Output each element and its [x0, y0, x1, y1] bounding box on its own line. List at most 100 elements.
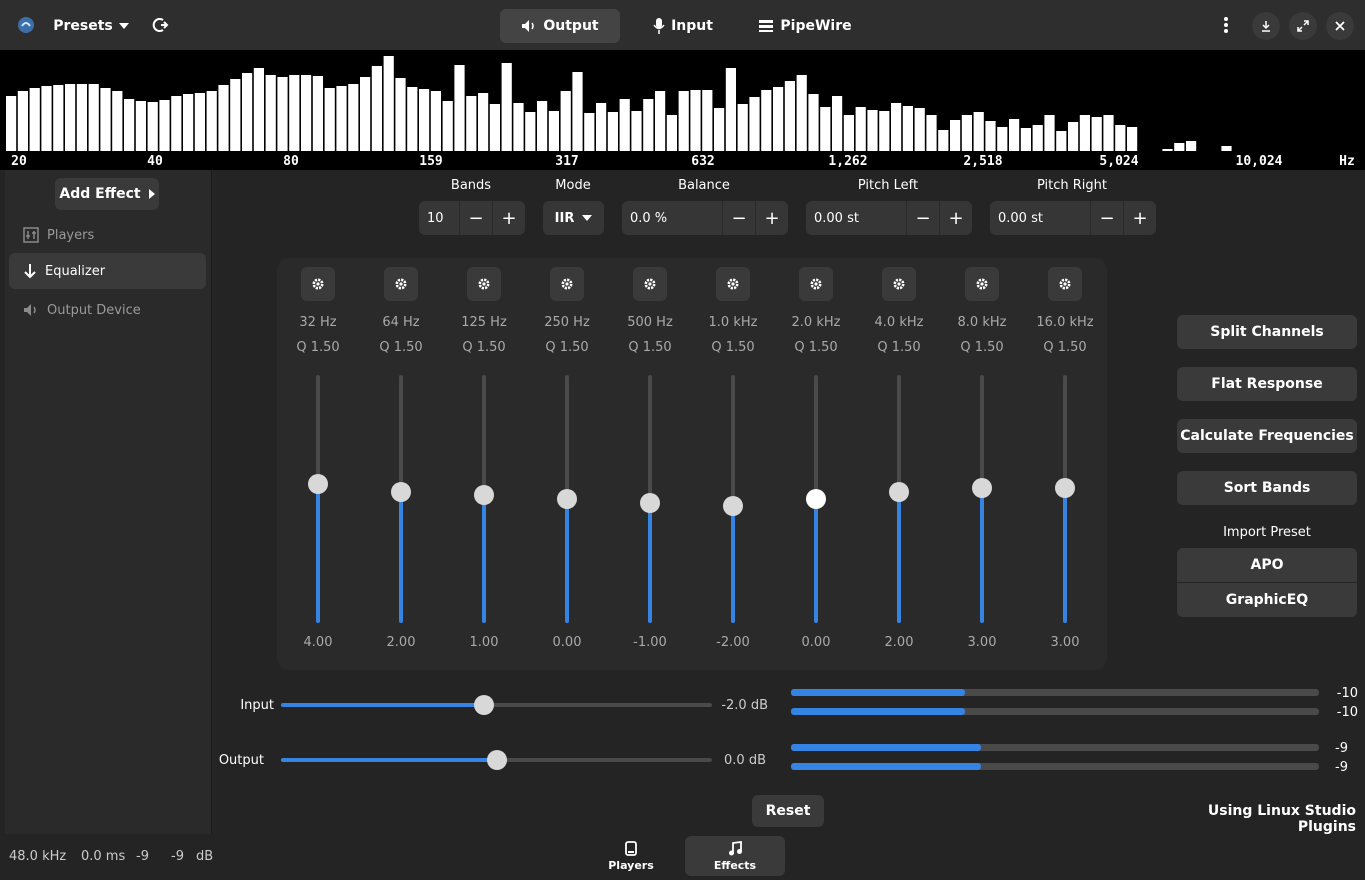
- mode-label: Mode: [555, 178, 591, 193]
- minus-icon[interactable]: −: [459, 201, 492, 235]
- chevron-down-icon: [582, 215, 593, 221]
- nav-players-label: Players: [608, 858, 654, 872]
- sort-bands-button[interactable]: Sort Bands: [1177, 471, 1357, 505]
- minimize-icon[interactable]: [1252, 12, 1280, 40]
- spectrum-bar: [41, 86, 52, 151]
- band-frequency-label: 250 Hz: [544, 315, 590, 330]
- tab-input[interactable]: Input: [640, 9, 726, 43]
- plus-icon[interactable]: +: [939, 201, 972, 235]
- undo-icon[interactable]: [146, 11, 174, 39]
- latency-text: 0.0 ms: [81, 849, 126, 864]
- presets-label: Presets: [53, 18, 113, 34]
- spectrum-bar: [702, 90, 713, 151]
- output-meter-right-fill: [791, 763, 982, 770]
- band-gain-value: -1.00: [633, 635, 667, 650]
- output-gain-fill: [281, 758, 497, 762]
- spectrum-bar: [383, 56, 394, 151]
- plus-icon[interactable]: +: [755, 201, 788, 235]
- split-channels-button[interactable]: Split Channels: [1177, 315, 1357, 349]
- add-effect-button[interactable]: Add Effect: [55, 178, 159, 210]
- chevron-right-icon: [148, 189, 155, 199]
- spectrum-bar: [53, 85, 64, 151]
- spectrum-axis-label: 632: [691, 154, 714, 169]
- spectrum-bar: [407, 87, 418, 151]
- spectrum-bar: [147, 102, 158, 151]
- spectrum-bar: [1103, 115, 1114, 151]
- band-gain-fill: [897, 491, 901, 623]
- balance-value[interactable]: 0.0 %: [622, 211, 722, 226]
- spectrum-bar: [725, 68, 736, 151]
- band-gain-knob[interactable]: [806, 489, 826, 509]
- maximize-icon[interactable]: [1289, 12, 1317, 40]
- gear-icon[interactable]: [301, 267, 335, 301]
- add-effect-label: Add Effect: [59, 186, 141, 202]
- sidebar-item-label: Players: [47, 227, 95, 243]
- reset-button[interactable]: Reset: [752, 795, 824, 827]
- gear-icon[interactable]: [550, 267, 584, 301]
- spectrum-bar: [879, 111, 890, 151]
- kebab-menu-icon[interactable]: [1212, 11, 1240, 39]
- band-gain-knob[interactable]: [889, 481, 909, 502]
- gear-icon[interactable]: [716, 267, 750, 301]
- band-gain-knob[interactable]: [557, 489, 577, 509]
- band-frequency-label: 500 Hz: [627, 315, 673, 330]
- minus-icon[interactable]: −: [906, 201, 939, 235]
- gear-icon[interactable]: [1048, 267, 1082, 301]
- input-gain-knob[interactable]: [473, 695, 494, 715]
- spectrum-bar: [194, 93, 205, 151]
- plus-icon[interactable]: +: [492, 201, 525, 235]
- import-graphiceq-button[interactable]: GraphicEQ: [1177, 583, 1357, 617]
- minus-icon[interactable]: −: [1090, 201, 1123, 235]
- sidebar-item-equalizer[interactable]: Equalizer: [9, 253, 206, 289]
- presets-menu-button[interactable]: Presets: [48, 11, 134, 41]
- pitch-left-spinner[interactable]: 0.00 st − +: [806, 201, 972, 235]
- import-apo-button[interactable]: APO: [1177, 548, 1357, 582]
- output-gain-value: 0.0 dB: [724, 753, 766, 768]
- spectrum-bar: [560, 91, 571, 151]
- bands-spinner[interactable]: 10 − +: [419, 201, 525, 235]
- gear-icon[interactable]: [384, 267, 418, 301]
- pitch-right-value[interactable]: 0.00 st: [990, 211, 1090, 226]
- band-gain-knob[interactable]: [308, 474, 328, 495]
- spectrum-bar: [997, 127, 1008, 151]
- spectrum-bar: [289, 75, 300, 151]
- band-gain-fill: [316, 484, 320, 623]
- band-gain-knob[interactable]: [1055, 477, 1075, 498]
- band-gain-knob[interactable]: [723, 496, 743, 517]
- spectrum-bar: [619, 99, 630, 151]
- sidebar-item-output-device[interactable]: Output Device: [9, 292, 206, 328]
- spectrum-bar: [961, 115, 972, 151]
- flat-response-button[interactable]: Flat Response: [1177, 367, 1357, 401]
- tab-output[interactable]: Output: [500, 9, 620, 43]
- output-gain-knob[interactable]: [486, 750, 507, 770]
- plus-icon[interactable]: +: [1123, 201, 1156, 235]
- gear-icon[interactable]: [882, 267, 916, 301]
- spectrum-bar: [596, 103, 607, 151]
- gear-icon[interactable]: [965, 267, 999, 301]
- tab-output-label: Output: [543, 18, 599, 34]
- close-icon[interactable]: [1326, 12, 1354, 40]
- gear-icon[interactable]: [799, 267, 833, 301]
- band-q-label: Q 1.50: [877, 340, 921, 355]
- pitch-right-spinner[interactable]: 0.00 st − +: [990, 201, 1156, 235]
- nav-effects-button[interactable]: Effects: [685, 836, 785, 876]
- tab-pipewire[interactable]: PipeWire: [752, 9, 858, 43]
- band-gain-knob[interactable]: [640, 492, 660, 513]
- gear-icon[interactable]: [633, 267, 667, 301]
- band-gain-knob[interactable]: [474, 485, 494, 506]
- input-meter-right-fill: [791, 708, 966, 715]
- band-gain-knob[interactable]: [391, 481, 411, 502]
- balance-spinner[interactable]: 0.0 % − +: [622, 201, 788, 235]
- spectrum-axis-label: Hz: [1339, 154, 1355, 169]
- calculate-frequencies-button[interactable]: Calculate Frequencies: [1177, 419, 1357, 453]
- spectrum-bar: [985, 121, 996, 151]
- spectrum-bar: [761, 90, 772, 151]
- mode-dropdown[interactable]: IIR: [543, 201, 604, 235]
- minus-icon[interactable]: −: [722, 201, 755, 235]
- sidebar-item-players[interactable]: Players: [9, 217, 206, 253]
- gear-icon[interactable]: [467, 267, 501, 301]
- band-gain-knob[interactable]: [972, 477, 992, 498]
- nav-players-button[interactable]: Players: [580, 836, 682, 876]
- bands-value[interactable]: 10: [419, 211, 459, 226]
- pitch-left-value[interactable]: 0.00 st: [806, 211, 906, 226]
